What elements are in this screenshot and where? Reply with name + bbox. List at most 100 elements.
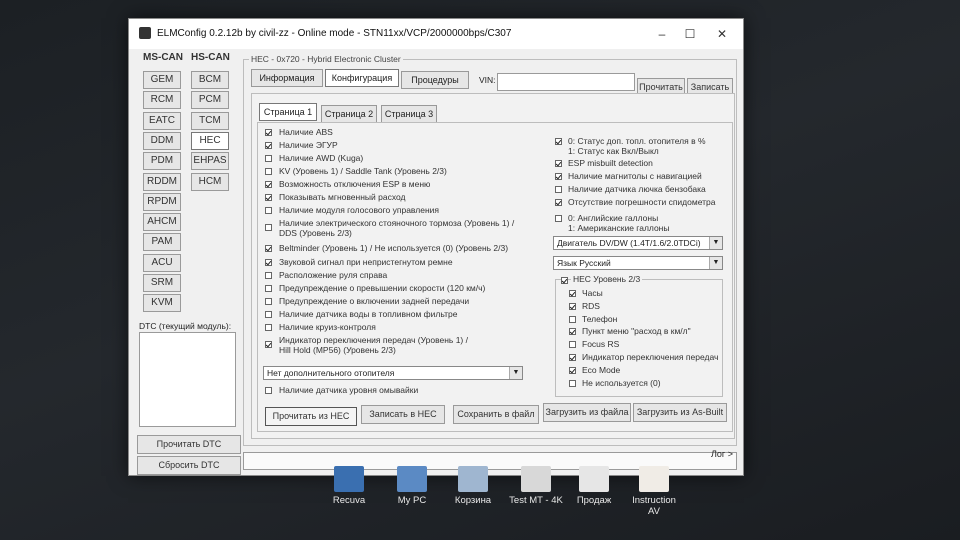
left-option-12-label: Предупреждение о включении задней переда…	[279, 296, 470, 306]
right-option-4-checkbox[interactable]	[555, 199, 562, 206]
left-option-8-label: Beltminder (Уровень 1) / Не используется…	[279, 243, 509, 253]
module-button-ehpas[interactable]: EHPAS	[191, 152, 229, 171]
right-option-3-checkbox[interactable]	[555, 186, 562, 193]
hec-item-1-checkbox[interactable]	[569, 302, 576, 310]
module-button-tcm[interactable]: TCM	[191, 111, 229, 130]
title-bar: ELMConfig 0.2.12b by civil-zz - Online m…	[129, 19, 743, 49]
chevron-down-icon: ▼	[709, 257, 722, 269]
hec-item-5-label: Индикатор переключения передач	[582, 352, 719, 362]
hec-item-0-checkbox[interactable]	[569, 290, 576, 297]
desktop-item-instruction[interactable]: Instruction AV	[618, 466, 690, 517]
tab-hs-can[interactable]: HS-CAN	[191, 52, 230, 63]
chevron-down-icon: ▼	[509, 367, 522, 379]
pdf-icon	[639, 466, 669, 492]
module-button-kvm[interactable]: KVM	[143, 294, 181, 313]
right-option-1-checkbox[interactable]	[555, 160, 562, 167]
tab-information[interactable]: Информация	[251, 69, 323, 87]
left-option-9-checkbox[interactable]	[265, 259, 272, 266]
load-file-button[interactable]: Загрузить из файла	[543, 403, 631, 422]
module-button-rcm[interactable]: RCM	[143, 91, 181, 110]
hec-group-checkbox[interactable]	[561, 277, 568, 284]
maximize-button[interactable]: ☐	[675, 24, 705, 44]
hec-item-3-checkbox[interactable]	[569, 328, 576, 336]
tab-page-3[interactable]: Страница 3	[381, 105, 437, 123]
left-option-6-label: Наличие модуля голосового управления	[279, 205, 439, 215]
engine-select[interactable]: Двигатель DV/DW (1.4T/1.6/2.0TDCi) ▼	[553, 236, 723, 250]
left-option-15-checkbox[interactable]	[265, 341, 272, 348]
module-button-rpdm[interactable]: RPDM	[143, 192, 181, 211]
tab-procedures[interactable]: Процедуры	[401, 71, 469, 89]
language-select[interactable]: Язык Русский ▼	[553, 256, 723, 270]
right-option-5-checkbox[interactable]	[555, 215, 562, 222]
read-dtc-button[interactable]: Прочитать DTC	[137, 435, 241, 454]
hec-item-4-label: Focus RS	[582, 339, 620, 350]
chevron-down-icon: ▼	[709, 237, 722, 249]
hec-item-6-checkbox[interactable]	[569, 366, 576, 374]
module-button-hcm[interactable]: HCM	[191, 172, 229, 191]
module-button-acu[interactable]: ACU	[143, 253, 181, 272]
computer-icon	[397, 466, 427, 492]
left-option-14-checkbox[interactable]	[265, 324, 272, 331]
left-option-11-label: Предупреждение о превышении скорости (12…	[279, 283, 486, 293]
left-option-1-checkbox[interactable]	[265, 142, 272, 149]
right-option-4-label: Отсутствие погрешности спидометра	[568, 197, 716, 207]
read-hec-button[interactable]: Прочитать из HEC	[265, 407, 357, 426]
tab-page-2[interactable]: Страница 2	[321, 105, 377, 123]
module-button-pam[interactable]: PAM	[143, 233, 181, 252]
module-button-pdm[interactable]: PDM	[143, 152, 181, 171]
right-option-2-label: Наличие магнитолы с навигацией	[568, 171, 702, 181]
document-icon	[579, 466, 609, 492]
hec-item-7-checkbox[interactable]	[569, 379, 576, 387]
module-button-srm[interactable]: SRM	[143, 274, 181, 292]
hec-item-1-label: RDS	[582, 300, 600, 311]
tab-page-1[interactable]: Страница 1	[259, 103, 317, 121]
left-option-6-checkbox[interactable]	[265, 207, 272, 214]
washer-checkbox[interactable]	[265, 387, 272, 394]
left-option-11-checkbox[interactable]	[265, 285, 272, 292]
desktop-item-recycle-bin[interactable]: Корзина	[437, 466, 509, 506]
module-button-eatc[interactable]: EATC	[143, 111, 181, 130]
recuva-icon	[334, 466, 364, 492]
module-button-ddm[interactable]: DDM	[143, 131, 181, 150]
right-option-0-checkbox[interactable]	[555, 138, 562, 145]
vin-input[interactable]	[497, 73, 635, 91]
module-button-bcm[interactable]: BCM	[191, 71, 229, 89]
module-button-hec[interactable]: HEC	[191, 131, 229, 150]
left-option-3-checkbox[interactable]	[265, 168, 272, 175]
left-option-10-label: Расположение руля справа	[279, 270, 388, 280]
heater-select[interactable]: Нет дополнительного отопителя ▼	[263, 366, 523, 380]
left-option-2-label: Наличие AWD (Kuga)	[279, 153, 364, 163]
right-option-5-label-line2: 1: Американские галлоны	[568, 223, 670, 233]
left-option-0-checkbox[interactable]	[265, 129, 272, 136]
hec-item-2-checkbox[interactable]	[569, 315, 576, 323]
desktop-item-recuva[interactable]: Recuva	[313, 466, 385, 506]
left-option-12-checkbox[interactable]	[265, 298, 272, 305]
module-button-rddm[interactable]: RDDM	[143, 172, 181, 191]
hec-item-5-checkbox[interactable]	[569, 354, 576, 361]
right-option-2-checkbox[interactable]	[555, 173, 562, 180]
log-button[interactable]: Лог >	[711, 449, 733, 459]
left-option-8-checkbox[interactable]	[265, 245, 272, 252]
dtc-list[interactable]	[139, 332, 236, 427]
module-button-ahcm[interactable]: AHCM	[143, 213, 181, 232]
write-hec-button[interactable]: Записать в HEC	[361, 405, 445, 424]
tab-ms-can[interactable]: MS-CAN	[143, 52, 183, 63]
module-button-pcm[interactable]: PCM	[191, 91, 229, 110]
left-option-5-checkbox[interactable]	[265, 194, 272, 201]
desktop-label-recuva: Recuva	[332, 495, 366, 506]
desktop-label-recycle-bin: Корзина	[454, 495, 492, 506]
tab-configuration[interactable]: Конфигурация	[325, 69, 399, 87]
reset-dtc-button[interactable]: Сбросить DTC	[137, 456, 241, 475]
left-option-13-checkbox[interactable]	[265, 311, 272, 318]
minimize-button[interactable]: –	[647, 24, 677, 44]
app-window: ELMConfig 0.2.12b by civil-zz - Online m…	[128, 18, 744, 476]
save-file-button[interactable]: Сохранить в файл	[453, 405, 539, 424]
left-option-4-checkbox[interactable]	[265, 181, 272, 188]
load-asbuilt-button[interactable]: Загрузить из As-Built	[633, 403, 727, 422]
module-button-gem[interactable]: GEM	[143, 71, 181, 89]
left-option-7-checkbox[interactable]	[265, 224, 272, 231]
hec-item-4-checkbox[interactable]	[569, 341, 576, 349]
left-option-10-checkbox[interactable]	[265, 272, 272, 279]
close-button[interactable]: ✕	[707, 24, 737, 44]
left-option-2-checkbox[interactable]	[265, 155, 272, 162]
